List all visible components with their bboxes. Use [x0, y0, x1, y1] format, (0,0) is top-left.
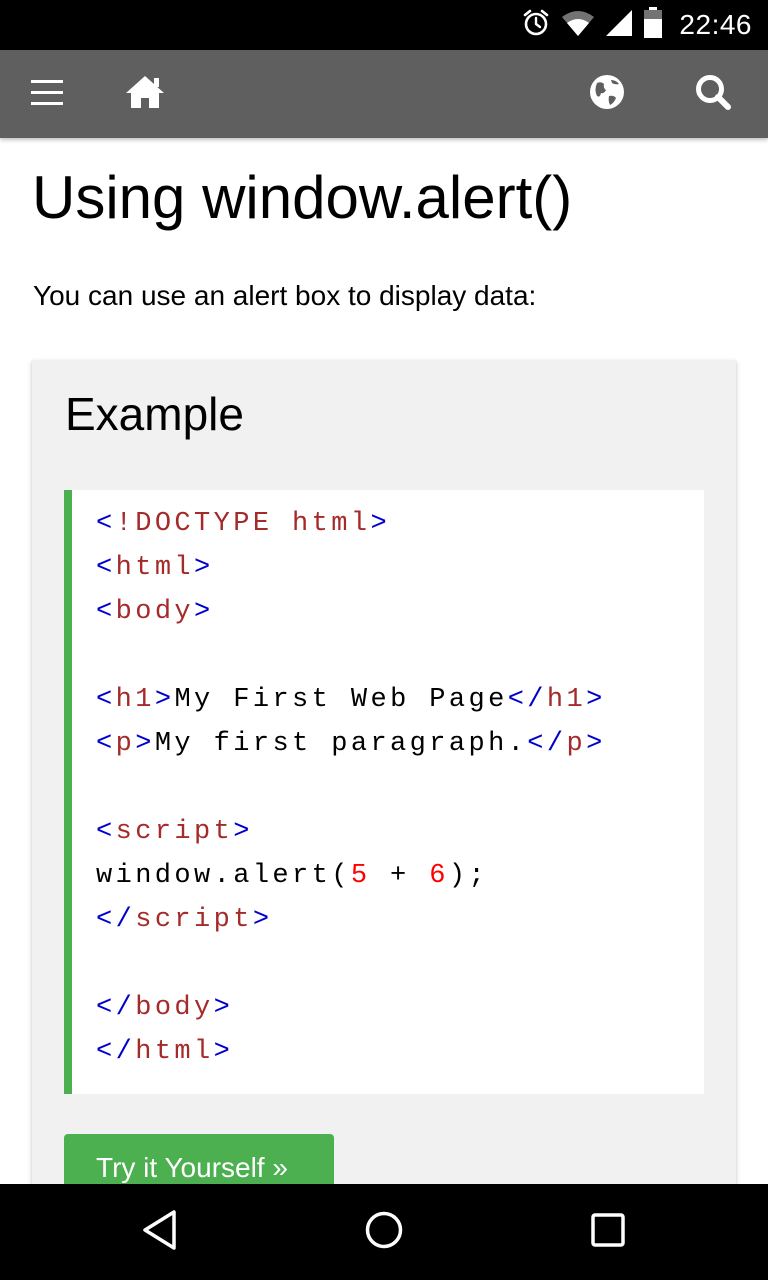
code-token: body [115, 597, 195, 627]
code-line: window.alert(5 + 6); [96, 854, 606, 898]
code-token: </ [507, 685, 547, 715]
system-nav-bar [0, 1184, 768, 1280]
code-token: < [96, 509, 116, 539]
code-token: h1 [546, 685, 587, 715]
code-token: > [370, 509, 391, 539]
code-token: < [96, 817, 116, 847]
code-line: <!DOCTYPE html> [96, 502, 606, 546]
try-it-yourself-button[interactable]: Try it Yourself » [64, 1134, 334, 1184]
home-button[interactable] [112, 50, 178, 138]
wifi-icon [561, 9, 595, 42]
back-button[interactable] [112, 1184, 208, 1280]
code-token: > [213, 1037, 234, 1067]
code-line: </html> [96, 1030, 606, 1074]
code-token: 5 [350, 861, 371, 891]
code-token: </ [527, 729, 567, 759]
code-line: </body> [96, 986, 606, 1030]
status-time: 22:46 [679, 9, 752, 40]
code-token: < [96, 553, 116, 583]
page-content: Using window.alert() You can use an aler… [0, 138, 768, 1184]
code-token: </ [96, 905, 136, 935]
code-token: window.alert( [96, 861, 351, 891]
code-token: > [213, 993, 234, 1023]
status-bar: 22:46 [0, 0, 768, 50]
code-token: > [135, 729, 155, 759]
code-token: < [96, 597, 116, 627]
code-block: <!DOCTYPE html> <html> <body> <h1>My First … [64, 490, 704, 1094]
code-token: 6 [429, 861, 449, 891]
code-token: p [115, 729, 136, 759]
status-icons: 22:46 [521, 0, 752, 50]
code-line: <body> [96, 590, 606, 634]
code-token: script [135, 905, 253, 935]
code-line: </script> [96, 898, 606, 942]
code-token: My first paragraph. [154, 729, 528, 759]
example-heading: Example [65, 388, 244, 440]
recent-apps-icon [590, 1212, 626, 1253]
search-button[interactable] [684, 50, 742, 138]
code-line: <p>My first paragraph.</p> [96, 722, 606, 766]
code-token: script [115, 817, 234, 847]
code-token: > [252, 905, 273, 935]
code-token: !DOCTYPE html [115, 509, 371, 539]
globe-button[interactable] [578, 50, 636, 138]
code-token: > [586, 685, 606, 715]
top-nav-bar [0, 50, 768, 138]
back-icon [140, 1209, 180, 1256]
menu-icon [30, 77, 64, 112]
example-panel: Example <!DOCTYPE html> <html> <body> <h1>M… [32, 360, 736, 1184]
code-token: > [154, 685, 175, 715]
battery-icon [643, 6, 663, 44]
code-line: <html> [96, 546, 606, 590]
menu-button[interactable] [16, 50, 78, 138]
alarm-icon [521, 8, 551, 43]
code-token: > [194, 597, 214, 627]
code-token: html [115, 553, 195, 583]
page-title: Using window.alert() [32, 164, 573, 231]
system-home-button[interactable] [336, 1184, 432, 1280]
globe-icon [589, 74, 625, 115]
code-token: < [96, 729, 116, 759]
code-token: h1 [115, 685, 155, 715]
code-token: </ [96, 993, 136, 1023]
code-token: </ [96, 1037, 136, 1067]
code-token: + [370, 861, 430, 891]
home-circle-icon [364, 1210, 404, 1255]
recent-apps-button[interactable] [560, 1184, 656, 1280]
cell-signal-icon [605, 9, 633, 42]
intro-text: You can use an alert box to display data… [33, 280, 537, 311]
code-token: > [194, 553, 214, 583]
code-token: body [135, 993, 214, 1023]
code-text: <!DOCTYPE html> <html> <body> <h1>My First … [96, 502, 606, 1074]
code-token: p [566, 729, 587, 759]
code-token: > [233, 817, 253, 847]
home-icon [124, 74, 166, 115]
code-line: <h1>My First Web Page</h1> [96, 678, 606, 722]
code-token: My First Web Page [174, 685, 508, 715]
code-token: < [96, 685, 116, 715]
code-line: <script> [96, 810, 606, 854]
search-icon [694, 73, 732, 116]
code-token: html [135, 1037, 214, 1067]
code-token: ); [448, 861, 489, 891]
code-token: > [586, 729, 606, 759]
